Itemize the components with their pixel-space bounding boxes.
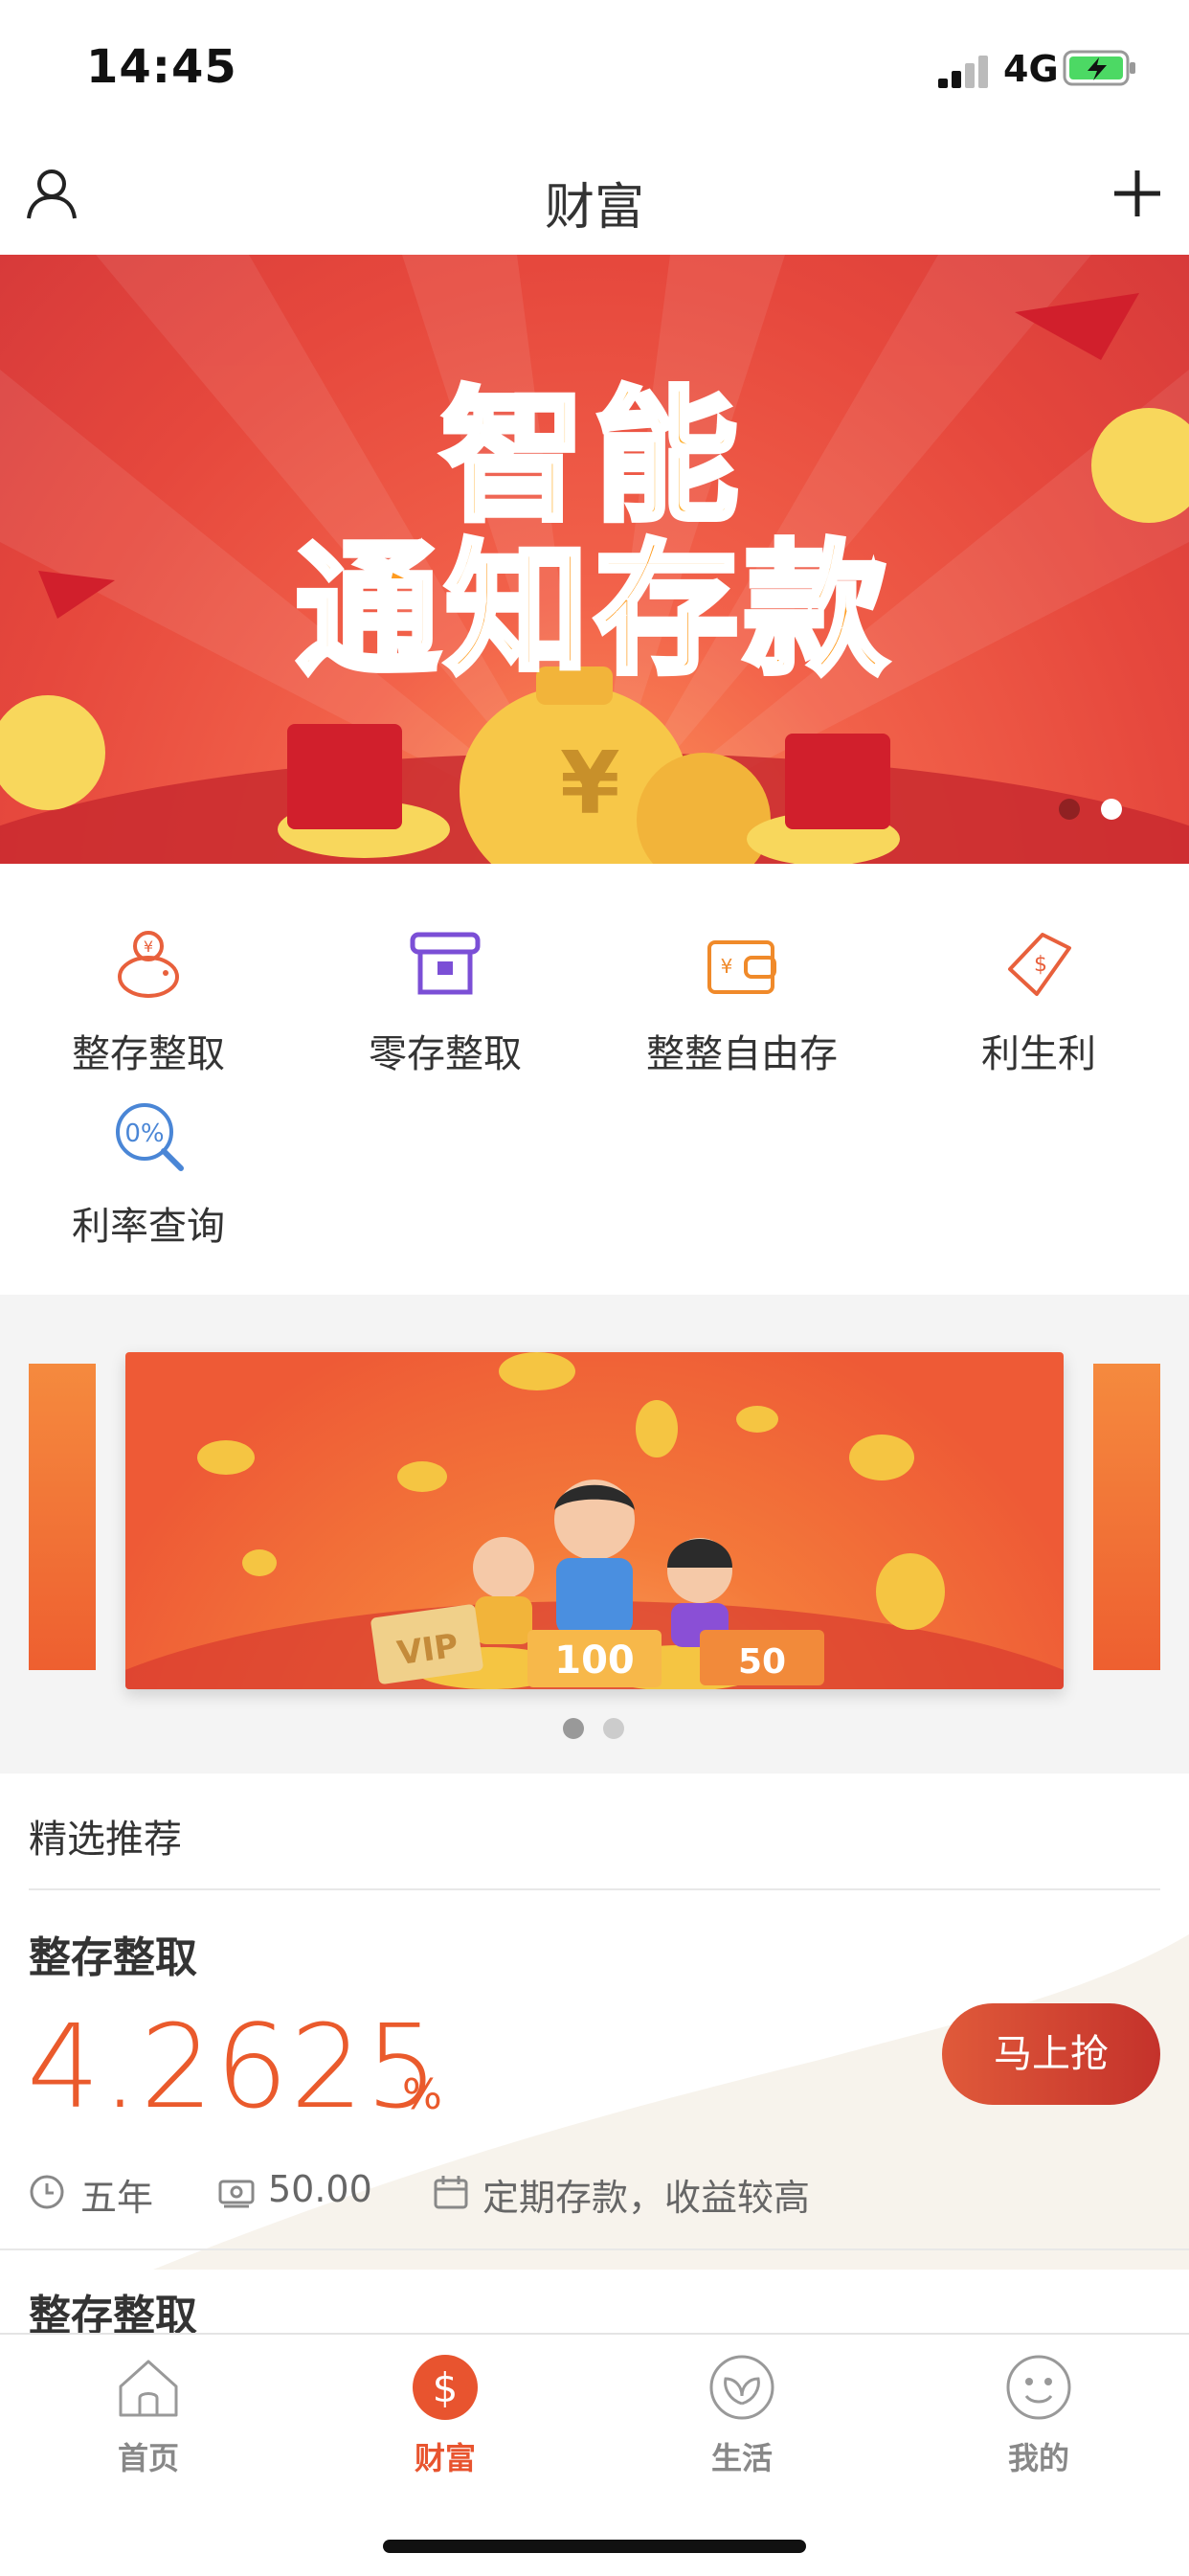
tab-mine[interactable]: 我的 — [890, 2354, 1187, 2488]
carousel-card-main[interactable]: VIP 100 50 — [125, 1352, 1064, 1689]
banner-dot-1[interactable] — [1059, 799, 1080, 820]
money-tag-icon: $ — [1008, 933, 1071, 996]
carousel-dot-1[interactable] — [563, 1718, 584, 1739]
quick-action-fixed-deposit[interactable]: ¥ 整存整取 — [0, 927, 297, 1080]
product-term: 五年 — [80, 2177, 154, 2219]
quick-action-flexible-deposit[interactable]: ¥ 整整自由存 — [594, 927, 890, 1080]
tab-home[interactable]: 首页 — [0, 2354, 297, 2488]
banner-title-line2: 通知存款 — [293, 525, 893, 697]
home-icon — [119, 2360, 178, 2417]
tab-label: 我的 — [1007, 2440, 1069, 2476]
add-icon[interactable] — [1110, 167, 1164, 220]
clock-icon — [30, 2175, 64, 2209]
svg-text:¥: ¥ — [721, 955, 733, 978]
svg-text:$: $ — [433, 2364, 459, 2411]
piggy-bank-icon: ¥ — [118, 931, 179, 998]
product-rate-unit: % — [402, 2070, 442, 2119]
quick-action-label: 零存整取 — [369, 1032, 522, 1076]
status-bar: 14:45 4G — [0, 0, 1189, 144]
banner-dot-2[interactable] — [1101, 799, 1122, 820]
quick-action-rate-query[interactable]: 0% 利率查询 — [0, 1099, 297, 1253]
quick-action-label: 整整自由存 — [646, 1032, 838, 1076]
section-divider — [29, 1888, 1160, 1890]
carousel-prev-card[interactable] — [29, 1364, 96, 1670]
tab-label: 生活 — [710, 2440, 773, 2476]
product-description: 定期存款，收益较高 — [482, 2177, 811, 2219]
promo-carousel: VIP 100 50 — [0, 1295, 1189, 1774]
quick-action-label: 利生利 — [981, 1032, 1096, 1076]
tab-label: 首页 — [117, 2440, 179, 2476]
tab-wealth[interactable]: $ 财富 — [297, 2354, 594, 2488]
voucher-50: 50 — [738, 1642, 786, 1682]
currency-symbol: ¥ — [560, 734, 620, 834]
product-divider — [0, 2248, 1189, 2250]
leaf-icon — [709, 2355, 774, 2420]
product-rate: 4.2625 — [27, 2001, 440, 2135]
smile-icon — [1006, 2355, 1071, 2420]
nav-bar: 财富 — [0, 144, 1189, 255]
wealth-icon: $ — [413, 2355, 478, 2420]
tab-label: 财富 — [414, 2440, 476, 2476]
svg-text:0%: 0% — [124, 1119, 164, 1148]
quick-action-installment-deposit[interactable]: 零存整取 — [297, 927, 594, 1080]
svg-text:$: $ — [1034, 953, 1047, 977]
status-time: 14:45 — [86, 40, 237, 94]
product-name[interactable]: 整存整取 — [29, 1923, 197, 1984]
product-min-amount: 50.00 — [268, 2168, 372, 2210]
atm-icon — [410, 932, 481, 995]
buy-now-button[interactable]: 马上抢 — [942, 2003, 1160, 2105]
page-title: 财富 — [544, 179, 644, 237]
quick-action-label: 整存整取 — [72, 1032, 225, 1076]
recommended-title: 精选推荐 — [29, 1818, 182, 1862]
carousel-dot-2[interactable] — [603, 1718, 624, 1739]
quick-action-compound-interest[interactable]: $ 利生利 — [890, 927, 1187, 1080]
voucher-100: 100 — [554, 1638, 635, 1683]
carousel-next-card[interactable] — [1093, 1364, 1160, 1670]
signal-icon — [938, 56, 988, 88]
rate-search-icon: 0% — [116, 1103, 184, 1171]
cash-icon — [218, 2180, 255, 2208]
network-type: 4G — [1003, 48, 1059, 90]
calendar-icon — [434, 2176, 468, 2209]
tab-life[interactable]: 生活 — [594, 2354, 890, 2488]
battery-icon — [1063, 50, 1135, 86]
carousel-illustration: VIP 100 50 — [125, 1352, 1064, 1689]
wallet-icon: ¥ — [707, 940, 776, 994]
svg-text:¥: ¥ — [144, 938, 153, 956]
home-indicator[interactable] — [383, 2540, 806, 2553]
quick-action-label: 利率查询 — [72, 1205, 225, 1249]
promo-banner[interactable]: ¥ 智能 通知存款 — [0, 255, 1189, 864]
